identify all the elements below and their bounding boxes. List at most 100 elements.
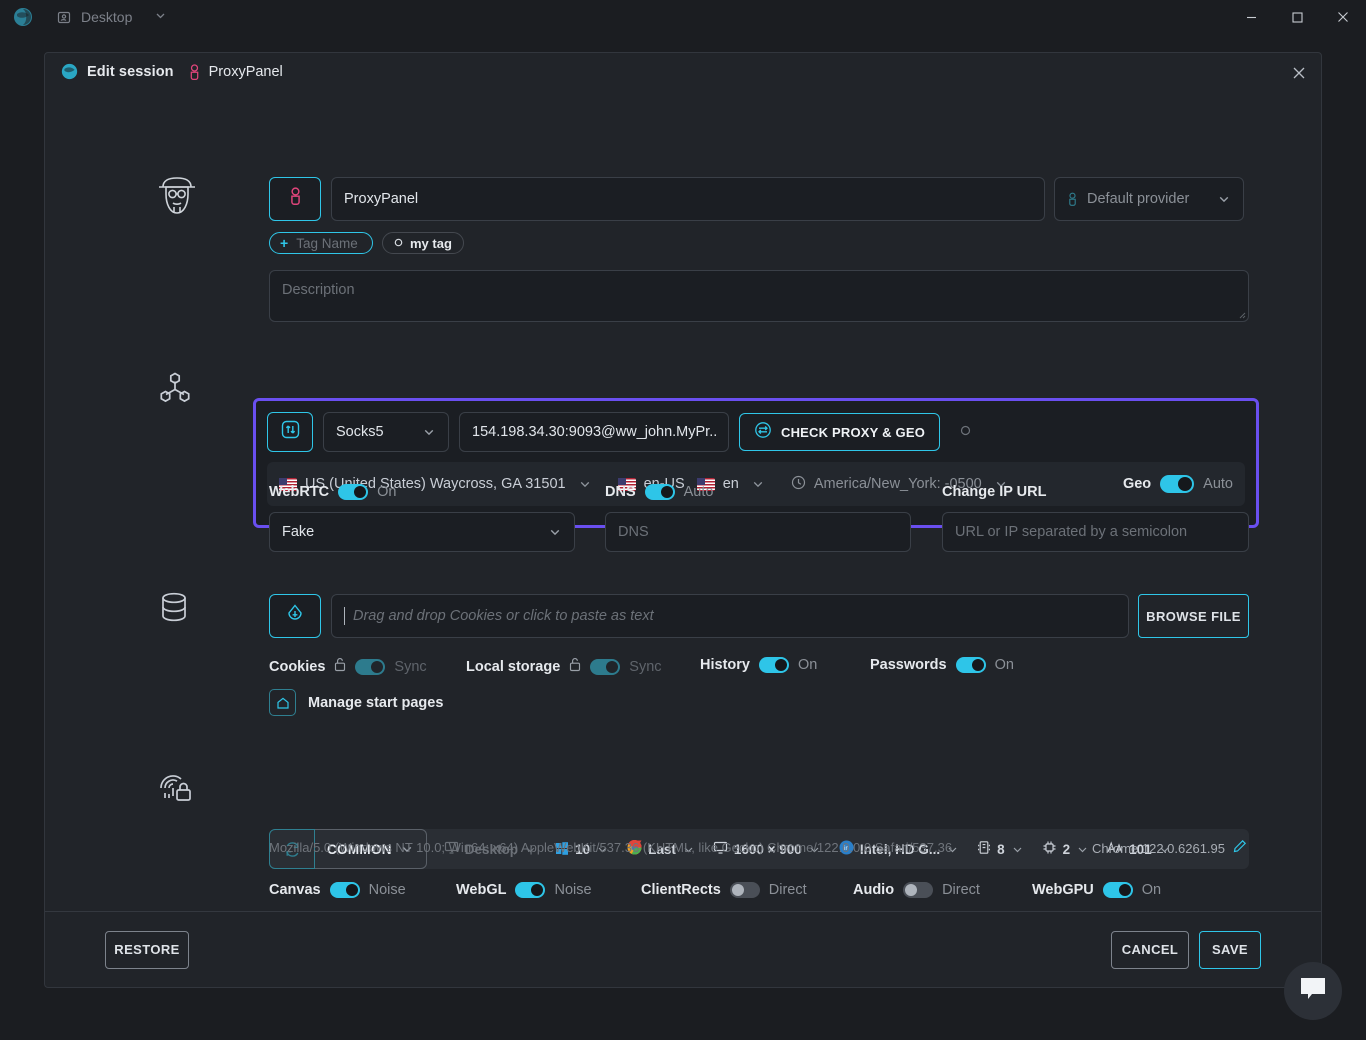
check-proxy-geo-label: CHECK PROXY & GEO xyxy=(781,425,925,440)
webgl-state: Noise xyxy=(554,882,591,898)
dialog-session-name: ProxyPanel xyxy=(209,64,283,80)
canvas-group: Canvas Noise xyxy=(269,882,406,898)
webgpu-toggle[interactable] xyxy=(1103,882,1133,898)
dialog-footer: RESTORE CANCEL SAVE xyxy=(45,911,1321,987)
local-storage-label: Local storage xyxy=(466,659,560,675)
manage-start-pages-button[interactable]: Manage start pages xyxy=(269,689,443,716)
dns-toggle[interactable] xyxy=(645,484,675,500)
passwords-toggle[interactable] xyxy=(956,657,986,673)
description-textarea[interactable]: Description xyxy=(269,270,1249,322)
person-icon xyxy=(288,187,303,211)
cookie-dropzone[interactable]: Drag and drop Cookies or click to paste … xyxy=(331,594,1129,638)
canvas-toggle[interactable] xyxy=(330,882,360,898)
dialog-close-button[interactable] xyxy=(1287,61,1311,85)
check-proxy-geo-button[interactable]: CHECK PROXY & GEO xyxy=(739,413,940,451)
chevron-down-icon[interactable] xyxy=(578,477,592,491)
restore-button[interactable]: RESTORE xyxy=(105,931,189,969)
cookie-drop-icon xyxy=(285,603,305,630)
clock-icon xyxy=(791,475,806,494)
chat-support-button[interactable] xyxy=(1284,962,1342,1020)
change-ip-url-placeholder: URL or IP separated by a semicolon xyxy=(955,524,1187,540)
canvas-label: Canvas xyxy=(269,882,321,898)
cookies-state: Sync xyxy=(394,659,426,675)
clientrects-state: Direct xyxy=(769,882,807,898)
chevron-down-icon[interactable] xyxy=(154,9,167,25)
home-icon xyxy=(269,689,296,716)
browser-version-group[interactable]: Chrome 122.0.6261.95 xyxy=(1092,839,1247,858)
lock-icon[interactable] xyxy=(334,657,346,677)
chevron-down-icon[interactable] xyxy=(548,525,562,539)
provider-select[interactable]: Default provider xyxy=(1054,177,1244,221)
audio-toggle[interactable] xyxy=(903,882,933,898)
chevron-down-icon[interactable] xyxy=(422,425,436,439)
text-cursor xyxy=(344,607,345,625)
globe-logo-icon xyxy=(12,6,34,28)
edit-session-dialog: Edit session ProxyPanel P xyxy=(44,52,1322,988)
clientrects-toggle[interactable] xyxy=(730,882,760,898)
minimize-icon[interactable] xyxy=(1228,0,1274,34)
proxy-address-value: 154.198.34.30:9093@ww_john.MyPr... xyxy=(472,424,716,440)
clientrects-label: ClientRects xyxy=(641,882,721,898)
webrtc-mode-select[interactable]: Fake xyxy=(269,512,575,552)
webrtc-toggle[interactable] xyxy=(338,484,368,500)
desktop-tab-label: Desktop xyxy=(81,9,132,25)
passwords-state: On xyxy=(995,657,1014,673)
geo-label: Geo xyxy=(1123,476,1151,492)
cancel-button[interactable]: CANCEL xyxy=(1111,931,1189,969)
browse-file-button[interactable]: BROWSE FILE xyxy=(1138,594,1249,638)
proxy-type-select[interactable]: Socks5 xyxy=(323,412,449,452)
history-toggle[interactable] xyxy=(759,657,789,673)
close-icon[interactable] xyxy=(1320,0,1366,34)
provider-label: Default provider xyxy=(1087,191,1189,207)
desktop-tab[interactable]: Desktop xyxy=(56,9,167,26)
local-storage-state: Sync xyxy=(629,659,661,675)
globe-logo-icon xyxy=(61,63,79,81)
add-tag-button[interactable]: + Tag Name xyxy=(269,232,373,254)
webrtc-state: On xyxy=(377,484,396,500)
lock-icon[interactable] xyxy=(569,657,581,677)
person-icon xyxy=(188,64,201,81)
cookies-toggle[interactable] xyxy=(355,659,385,675)
pencil-icon[interactable] xyxy=(1233,839,1247,858)
cpu-icon xyxy=(1042,840,1057,858)
tag-chip[interactable]: my tag xyxy=(382,232,464,254)
dialog-body: ProxyPanel Default provider + Tag Name m… xyxy=(45,91,1321,911)
local-storage-toggle[interactable] xyxy=(590,659,620,675)
fp-item-cpu[interactable]: 2 xyxy=(1033,840,1099,858)
fingerprint-lock-icon xyxy=(153,766,197,815)
save-button[interactable]: SAVE xyxy=(1199,931,1261,969)
fp-item-memory[interactable]: 8 xyxy=(968,840,1033,858)
chevron-down-icon[interactable] xyxy=(1076,843,1089,856)
webgpu-label: WebGPU xyxy=(1032,882,1094,898)
cookie-dropzone-placeholder: Drag and drop Cookies or click to paste … xyxy=(353,608,654,624)
status-circle-icon xyxy=(960,423,971,441)
geo-toggle[interactable] xyxy=(1160,475,1194,493)
chevron-down-icon[interactable] xyxy=(1217,192,1231,206)
dns-input[interactable]: DNS xyxy=(605,512,911,552)
save-label: SAVE xyxy=(1212,942,1248,957)
audio-group: Audio Direct xyxy=(853,882,980,898)
proxy-toggle-button[interactable] xyxy=(267,412,313,452)
session-name-input[interactable]: ProxyPanel xyxy=(331,177,1045,221)
maximize-icon[interactable] xyxy=(1274,0,1320,34)
proxy-address-input[interactable]: 154.198.34.30:9093@ww_john.MyPr... xyxy=(459,412,729,452)
change-ip-url-label: Change IP URL xyxy=(942,484,1046,500)
session-name-value: ProxyPanel xyxy=(344,191,418,207)
webgl-label: WebGL xyxy=(456,882,506,898)
session-type-button[interactable] xyxy=(269,177,321,221)
cookie-import-button[interactable] xyxy=(269,594,321,638)
proxy-row-connection: Socks5 154.198.34.30:9093@ww_john.MyPr..… xyxy=(267,412,1245,452)
proxy-type-value: Socks5 xyxy=(336,424,384,440)
window-controls xyxy=(1228,0,1366,34)
webgl-toggle[interactable] xyxy=(515,882,545,898)
database-icon xyxy=(153,586,195,633)
history-group: History On xyxy=(700,657,817,673)
chevron-down-icon[interactable] xyxy=(1011,843,1024,856)
audio-label: Audio xyxy=(853,882,894,898)
description-placeholder: Description xyxy=(282,282,355,298)
chevron-down-icon[interactable] xyxy=(751,477,765,491)
change-ip-url-input[interactable]: URL or IP separated by a semicolon xyxy=(942,512,1249,552)
dialog-header: Edit session ProxyPanel xyxy=(45,53,1321,91)
webgpu-group: WebGPU On xyxy=(1032,882,1161,898)
geo-state: Auto xyxy=(1203,476,1233,492)
